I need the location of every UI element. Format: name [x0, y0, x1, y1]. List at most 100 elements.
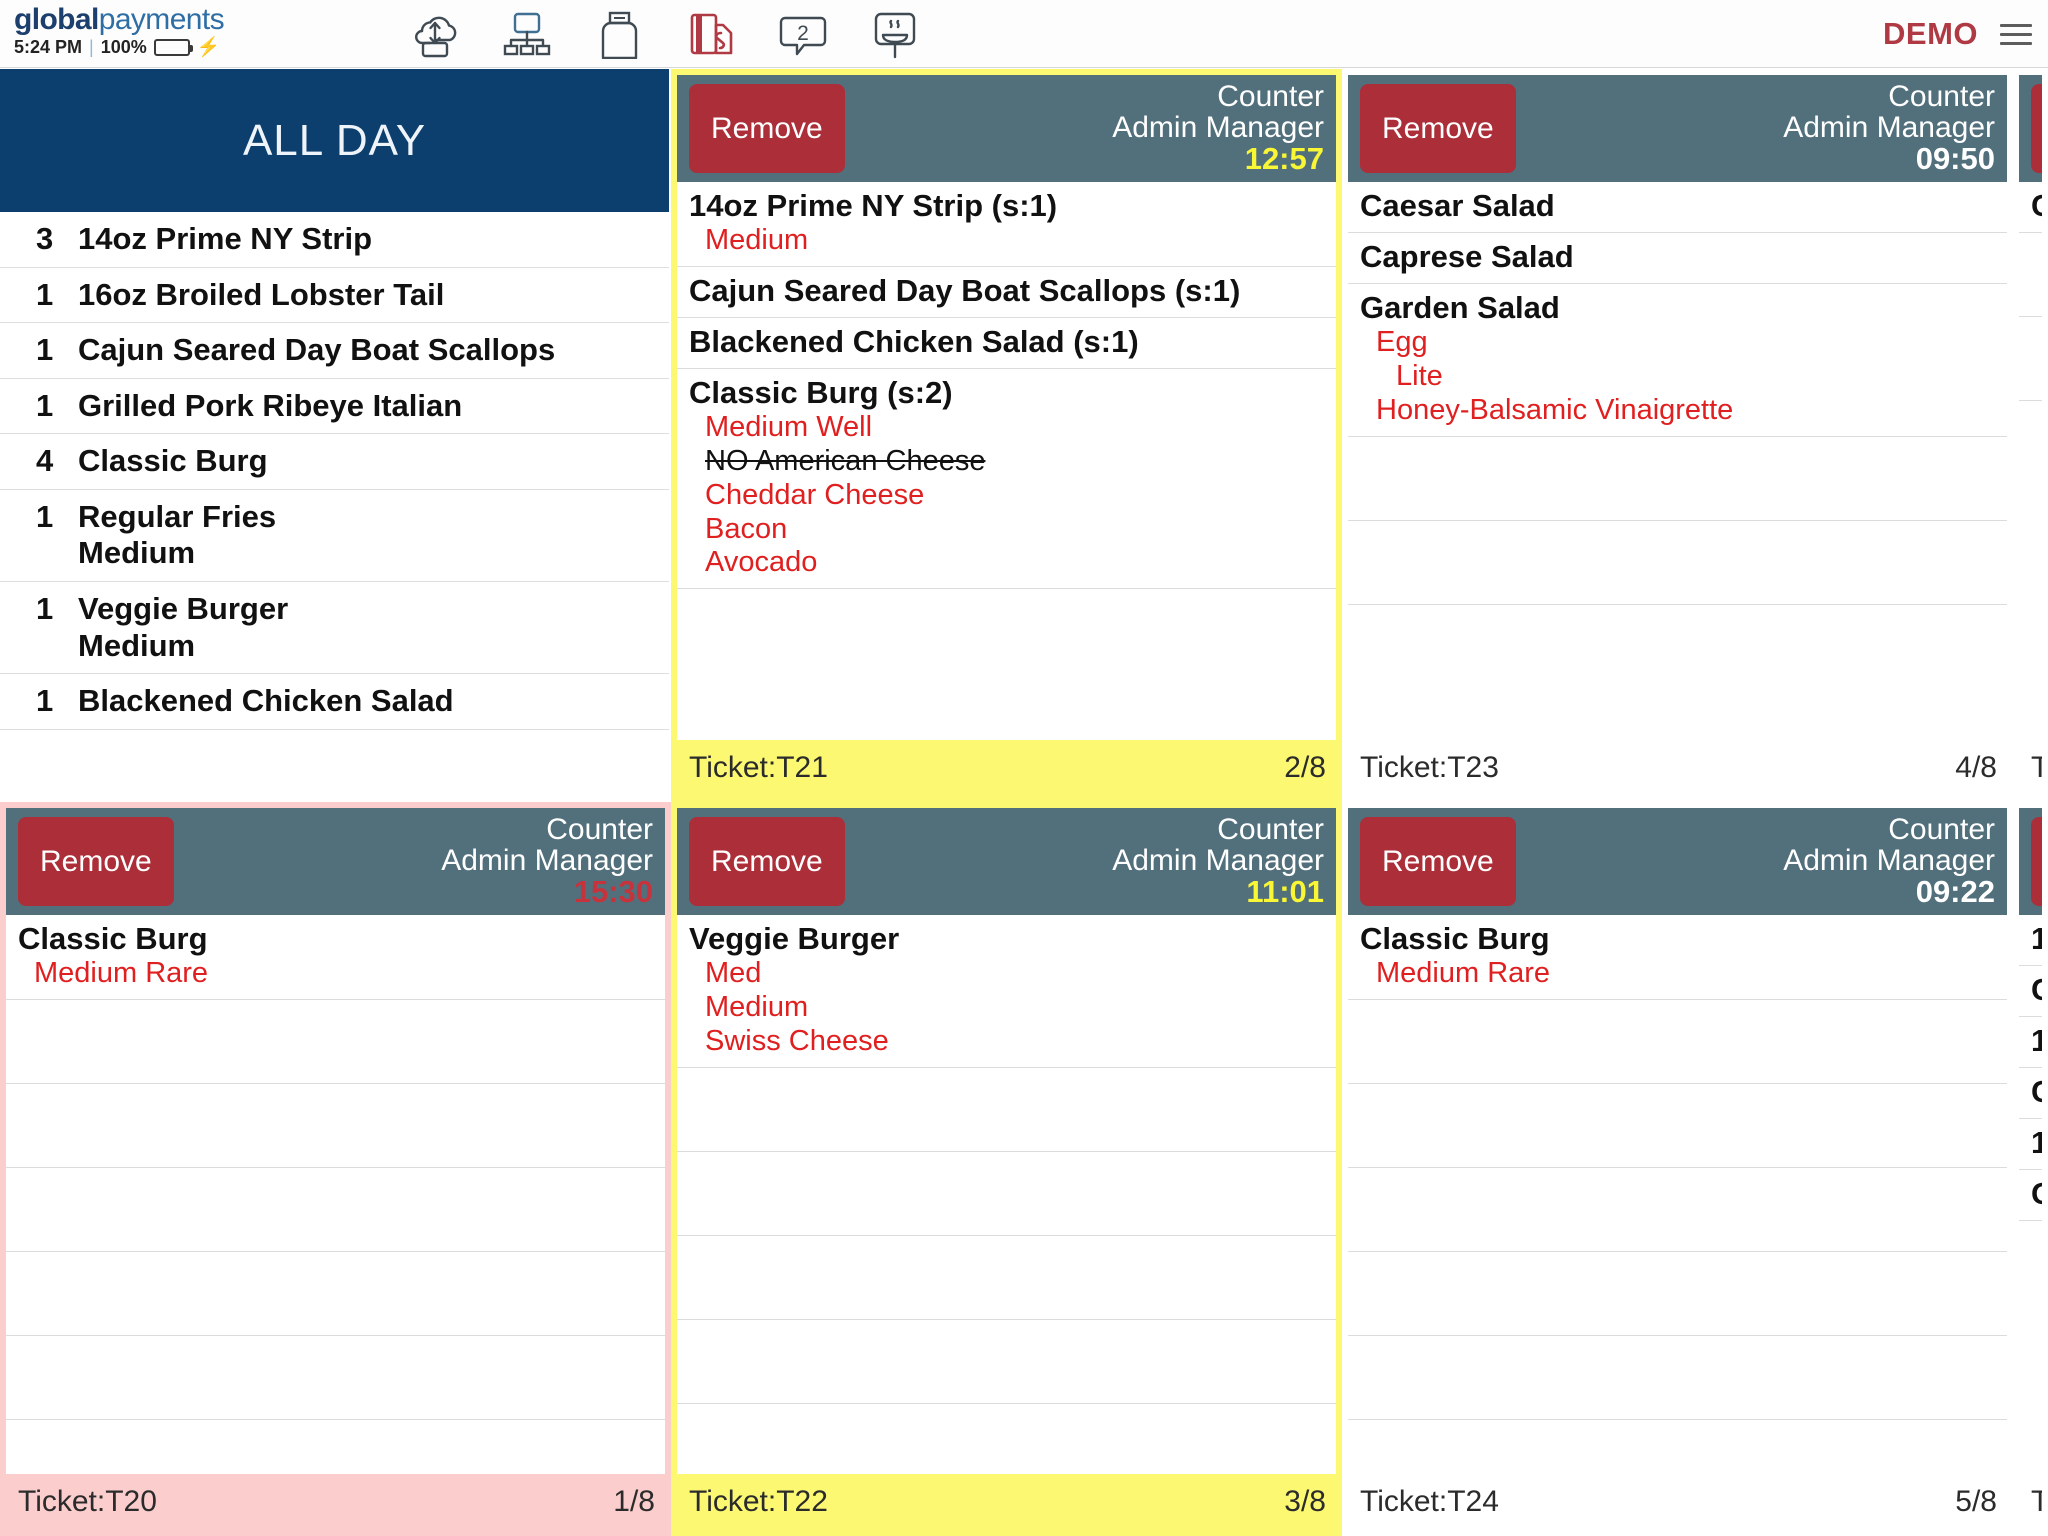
ticket-item[interactable]: Veggie Burger Med Medium Swiss Cheese [677, 915, 1336, 1068]
ticket-inner: C T [2019, 75, 2042, 796]
remove-button[interactable]: Remove [18, 817, 174, 906]
ticket-inner: Remove Counter Admin Manager 11:01 Veggie Bu… [677, 808, 1336, 1530]
ticket-footer: Ticket:T24 5/8 [1348, 1474, 2007, 1530]
status-row: 5:24 PM | 100% ⚡ [14, 37, 224, 57]
ticket-id-label: Ticket:T24 [1360, 1485, 1499, 1518]
ticket-item[interactable]: Blackened Chicken Salad (s:1) [677, 318, 1336, 369]
ticket-card-clipped-bottom[interactable]: 1 C 1 C 1 G T [2013, 802, 2048, 1536]
ticket-source: Counter [1217, 79, 1324, 113]
ticket-header-meta: Counter Admin Manager 09:22 [1783, 814, 1995, 910]
ticket-position: 3/8 [1284, 1485, 1326, 1518]
ticket-header [2019, 75, 2042, 182]
remove-button[interactable]: Remove [689, 817, 845, 906]
ticket-item-modifier: Swiss Cheese [705, 1024, 889, 1057]
ticket-id-label: Ticket:T23 [1360, 751, 1499, 784]
ticket-card-t23[interactable]: Remove Counter Admin Manager 09:50 Caesar Sa… [1342, 69, 2013, 802]
ticket-footer: T [2019, 740, 2042, 796]
ticket-item-modifier: Med [705, 956, 762, 989]
ticket-item[interactable]: Caprese Salad [1348, 233, 2007, 284]
ticket-item-modifier: Cheddar Cheese [705, 478, 925, 511]
ticket-item-modifier: Medium [705, 990, 809, 1023]
ticket-item-name: Blackened Chicken Salad (s:1) [689, 323, 1139, 359]
clock-time: 5:24 PM [14, 37, 83, 57]
ticket-inner: Remove Counter Admin Manager 09:22 Classic B… [1348, 808, 2007, 1530]
all-day-item-name: Regular Fries [78, 498, 277, 534]
ticket-body: Classic Burg Medium Rare [1348, 915, 2007, 1474]
ticket-timer: 15:30 [573, 874, 653, 910]
ticket-item-name: Caesar Salad [1360, 188, 1555, 223]
remove-button[interactable]: Remove [1360, 84, 1516, 173]
all-day-header: ALL DAY [0, 69, 669, 212]
ticket-inner: 1 C 1 C 1 G T [2019, 808, 2042, 1530]
remove-button[interactable] [2031, 817, 2042, 906]
ticket-item-name: 14oz Prime NY Strip (s:1) [689, 188, 1058, 223]
ticket-item[interactable]: Classic Burg (s:2) Medium Well NO American… [677, 369, 1336, 590]
all-day-qty: 1 [36, 332, 54, 368]
network-icon[interactable] [500, 9, 554, 59]
ticket-card-clipped-top[interactable]: C T [2013, 69, 2048, 802]
remove-button[interactable]: Remove [689, 84, 845, 173]
ticket-item[interactable]: Classic Burg Medium Rare [6, 915, 665, 1000]
remove-button[interactable]: Remove [1360, 817, 1516, 906]
ticket-item-name: Garden Salad [1360, 289, 1560, 325]
ticket-item-name: Cajun Seared Day Boat Scallops (s:1) [689, 272, 1241, 308]
ticket-header-meta: Counter Admin Manager 15:30 [441, 812, 653, 910]
ticket-position: 2/8 [1284, 751, 1326, 784]
ticket-item-name: 1 [2031, 1022, 2042, 1058]
kds-grid: ALL DAY 3 14oz Prime NY Strip 1 16oz Broile… [0, 69, 2048, 1536]
ticket-item-name: Veggie Burger [689, 921, 900, 956]
hot-food-sign-icon[interactable] [868, 9, 922, 59]
ticket-id-label: T [2031, 1485, 2042, 1518]
all-day-row: 1 Regular Fries Medium [0, 490, 669, 583]
ticket-user: Admin Manager [1112, 843, 1324, 877]
ticket-item-name: 1 [2031, 1124, 2042, 1160]
messages-icon[interactable]: 2 [776, 9, 830, 59]
ticket-empty-row [677, 1068, 1336, 1152]
ticket-item[interactable]: Caesar Salad [1348, 182, 2007, 233]
ticket-body: 1 C 1 C 1 G [2019, 915, 2042, 1474]
ticket-body: 14oz Prime NY Strip (s:1) Medium Cajun Sea… [677, 182, 1336, 740]
brand-name-light: payments [98, 3, 225, 36]
ticket-timer: 09:22 [1915, 874, 1995, 910]
ticket-item[interactable]: 14oz Prime NY Strip (s:1) Medium [677, 182, 1336, 267]
ticket-empty-row [677, 1320, 1336, 1404]
ticket-item-name: C [2031, 972, 2042, 1008]
ticket-header: Remove Counter Admin Manager 12:57 [677, 75, 1336, 182]
ticket-footer: T [2019, 1474, 2042, 1530]
all-day-item-name-wrap: 16oz Broiled Lobster Tail [78, 277, 661, 314]
ticket-item[interactable]: Garden Salad Egg Lite Honey-Balsamic Vinaig… [1348, 284, 2007, 437]
ticket-id-label: Ticket:T20 [18, 1485, 157, 1518]
all-day-item-name-wrap: Classic Burg [78, 443, 661, 480]
ticket-source: Counter [546, 812, 653, 846]
ticket-header: Remove Counter Admin Manager 09:22 [1348, 808, 2007, 915]
battery-icon [153, 38, 193, 56]
ticket-empty-row [6, 1168, 665, 1252]
cloud-sync-icon[interactable] [408, 9, 462, 59]
ticket-footer: Ticket:T23 4/8 [1348, 740, 2007, 796]
all-day-item-modifier: Medium [78, 535, 196, 571]
ticket-inner: Remove Counter Admin Manager 09:50 Caesar Sa… [1348, 75, 2007, 796]
hamburger-icon[interactable] [2000, 23, 2032, 45]
all-day-qty: 1 [36, 591, 54, 627]
ticket-position: 1/8 [613, 1485, 655, 1518]
ticket-item-modifier: Avocado [705, 546, 818, 579]
ticket-item[interactable]: Classic Burg Medium Rare [1348, 915, 2007, 1000]
ticket-item-name: Classic Burg (s:2) [689, 374, 953, 410]
ticket-card-t21[interactable]: Remove Counter Admin Manager 12:57 14oz Prim… [671, 69, 1342, 802]
ticket-card-t20[interactable]: Remove Counter Admin Manager 15:30 Classic B… [0, 802, 671, 1536]
ticket-card-t24[interactable]: Remove Counter Admin Manager 09:22 Classic B… [1342, 802, 2013, 1536]
ticket-item-name: C [2031, 188, 2042, 224]
ticket-item-name: G [2031, 1176, 2042, 1212]
ticket-body: C [2019, 182, 2042, 740]
ticket-card-t22[interactable]: Remove Counter Admin Manager 11:01 Veggie Bu… [671, 802, 1342, 1536]
messages-badge-count: 2 [797, 22, 809, 45]
ticket-item[interactable]: Cajun Seared Day Boat Scallops (s:1) [677, 267, 1336, 318]
printer-icon[interactable] [592, 9, 646, 59]
top-app-bar: globalpayments 5:24 PM | 100% ⚡ 2 DEMO [0, 0, 2048, 68]
card-reader-icon[interactable] [684, 9, 738, 59]
remove-button[interactable] [2031, 84, 2042, 173]
all-day-qty: 1 [36, 387, 54, 423]
ticket-body: Classic Burg Medium Rare [6, 915, 665, 1474]
ticket-position: 5/8 [1955, 1485, 1997, 1518]
all-day-item-list: 3 14oz Prime NY Strip 1 16oz Broiled Lobste… [0, 212, 669, 802]
